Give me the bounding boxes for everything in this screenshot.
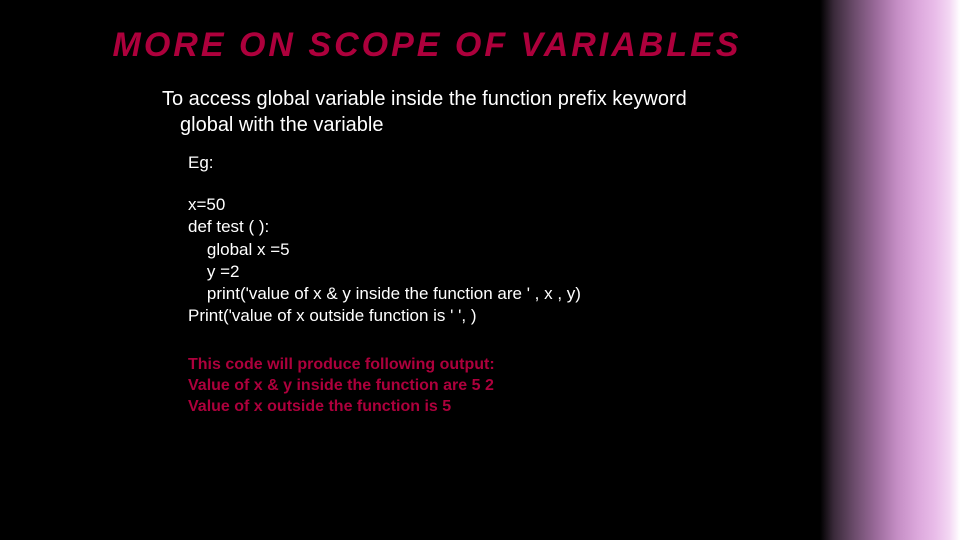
output-text: This code will produce following output:… (70, 355, 784, 417)
background-gradient (820, 0, 960, 540)
code-example: x=50 def test ( ): global x =5 y =2 prin… (70, 194, 784, 327)
example-label: Eg: (70, 152, 784, 174)
intro-text: To access global variable inside the fun… (70, 87, 784, 138)
slide-title: MORE ON SCOPE OF VARIABLES (106, 26, 749, 65)
slide-content: MORE ON SCOPE OF VARIABLES To access glo… (42, 18, 812, 522)
